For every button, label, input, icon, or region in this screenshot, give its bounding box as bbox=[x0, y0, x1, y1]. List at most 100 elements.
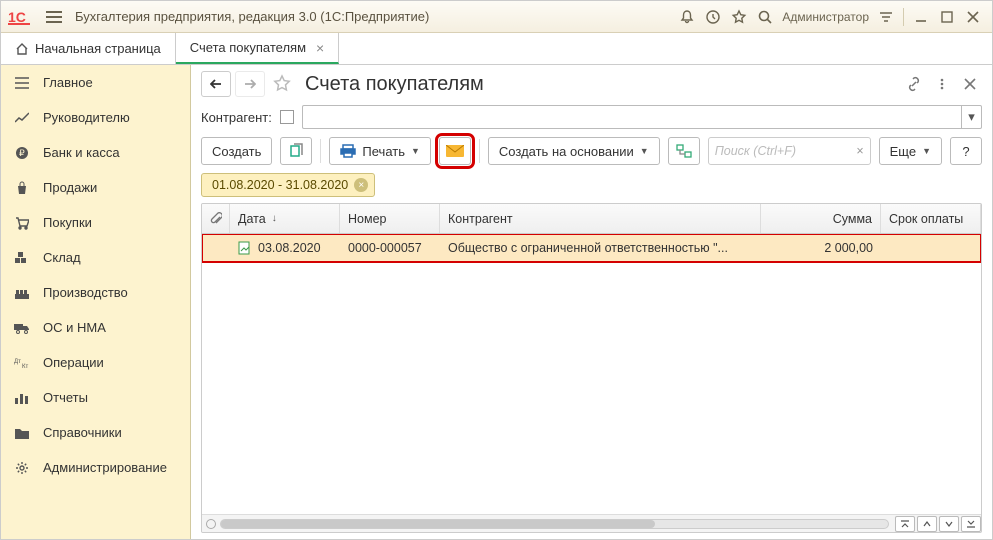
cell-counterparty: Общество с ограниченной ответственностью… bbox=[448, 241, 728, 255]
close-icon[interactable] bbox=[960, 4, 986, 30]
sidebar-item-label: Склад bbox=[43, 250, 81, 265]
scroll-origin-icon[interactable] bbox=[206, 519, 216, 529]
date-range-chip[interactable]: 01.08.2020 - 31.08.2020 × bbox=[201, 173, 375, 197]
sidebar-item-admin[interactable]: Администрирование bbox=[1, 450, 190, 485]
copy-button[interactable] bbox=[280, 137, 312, 165]
bag-icon bbox=[13, 179, 31, 197]
scroll-thumb[interactable] bbox=[221, 520, 655, 528]
sidebar-item-sales[interactable]: Продажи bbox=[1, 170, 190, 205]
column-sum[interactable]: Сумма bbox=[761, 204, 881, 233]
sidebar-item-label: Продажи bbox=[43, 180, 97, 195]
nav-back-button[interactable] bbox=[201, 71, 231, 97]
column-date[interactable]: Дата ↓ bbox=[230, 204, 340, 233]
sidebar-item-bank[interactable]: ₽ Банк и касса bbox=[1, 135, 190, 170]
search-field[interactable] bbox=[715, 144, 876, 158]
help-button-label: ? bbox=[962, 144, 969, 159]
star-icon[interactable] bbox=[726, 4, 752, 30]
create-button[interactable]: Создать bbox=[201, 137, 272, 165]
sidebar-item-purchases[interactable]: Покупки bbox=[1, 205, 190, 240]
sidebar-item-assets[interactable]: ОС и НМА bbox=[1, 310, 190, 345]
table-scrollbar[interactable] bbox=[202, 514, 981, 532]
bar-chart-icon bbox=[13, 389, 31, 407]
sidebar-item-manager[interactable]: Руководителю bbox=[1, 100, 190, 135]
sort-down-icon: ↓ bbox=[272, 213, 277, 224]
table-row[interactable]: 03.08.2020 0000-000057 Общество с ограни… bbox=[202, 234, 981, 262]
search-input[interactable]: × bbox=[708, 137, 871, 165]
filter-label: Контрагент: bbox=[201, 110, 272, 125]
sidebar-item-label: Производство bbox=[43, 285, 128, 300]
print-button-label: Печать bbox=[362, 144, 405, 159]
chip-remove-icon[interactable]: × bbox=[354, 178, 368, 192]
cell-number: 0000-000057 bbox=[348, 241, 422, 255]
menu-icon[interactable] bbox=[41, 4, 67, 30]
panel-close-icon[interactable] bbox=[958, 72, 982, 96]
scroll-track[interactable] bbox=[220, 519, 889, 529]
sidebar-item-catalogs[interactable]: Справочники bbox=[1, 415, 190, 450]
sidebar-item-operations[interactable]: ДтКтОперации bbox=[1, 345, 190, 380]
bell-icon[interactable] bbox=[674, 4, 700, 30]
more-button[interactable]: Еще▼ bbox=[879, 137, 942, 165]
help-button[interactable]: ? bbox=[950, 137, 982, 165]
page-title: Счета покупателям bbox=[305, 73, 898, 96]
column-number[interactable]: Номер bbox=[340, 204, 440, 233]
sidebar-item-label: Банк и касса bbox=[43, 145, 120, 160]
gear-icon bbox=[13, 459, 31, 477]
tab-home[interactable]: Начальная страница bbox=[1, 33, 176, 64]
dropdown-icon[interactable]: ▾ bbox=[961, 106, 981, 128]
sidebar-item-warehouse[interactable]: Склад bbox=[1, 240, 190, 275]
tab-home-label: Начальная страница bbox=[35, 41, 161, 56]
print-button[interactable]: Печать▼ bbox=[329, 137, 431, 165]
email-button[interactable] bbox=[439, 137, 471, 165]
column-counterparty[interactable]: Контрагент bbox=[440, 204, 761, 233]
printer-icon bbox=[340, 144, 356, 158]
table-header: Дата ↓ Номер Контрагент Сумма Срок оплаты bbox=[202, 204, 981, 234]
chart-line-icon bbox=[13, 109, 31, 127]
create-based-label: Создать на основании bbox=[499, 144, 634, 159]
app-logo-icon: 1С bbox=[7, 7, 33, 27]
column-attachment[interactable] bbox=[202, 204, 230, 233]
more-vertical-icon[interactable] bbox=[930, 72, 954, 96]
sidebar-item-label: Отчеты bbox=[43, 390, 88, 405]
titlebar: 1С Бухгалтерия предприятия, редакция 3.0… bbox=[1, 1, 992, 33]
column-number-label: Номер bbox=[348, 212, 386, 226]
app-title: Бухгалтерия предприятия, редакция 3.0 (1… bbox=[75, 9, 674, 24]
favorite-star-icon[interactable] bbox=[269, 71, 295, 97]
scroll-bottom-button[interactable] bbox=[961, 516, 981, 532]
content-area: Счета покупателям Контрагент: ▾ Создать … bbox=[191, 65, 992, 539]
filter-checkbox[interactable] bbox=[280, 110, 294, 124]
svg-text:Кт: Кт bbox=[22, 364, 28, 369]
create-based-button[interactable]: Создать на основании▼ bbox=[488, 137, 660, 165]
sidebar-item-production[interactable]: Производство bbox=[1, 275, 190, 310]
counterparty-filter-input[interactable]: ▾ bbox=[302, 105, 982, 129]
nav-forward-button[interactable] bbox=[235, 71, 265, 97]
scroll-up-button[interactable] bbox=[917, 516, 937, 532]
search-clear-icon[interactable]: × bbox=[856, 144, 863, 158]
factory-icon bbox=[13, 284, 31, 302]
column-counterparty-label: Контрагент bbox=[448, 212, 513, 226]
history-icon[interactable] bbox=[700, 4, 726, 30]
link-icon[interactable] bbox=[902, 72, 926, 96]
document-icon bbox=[238, 241, 252, 255]
tab-invoices[interactable]: Счета покупателям × bbox=[176, 33, 339, 64]
minimize-icon[interactable] bbox=[908, 4, 934, 30]
user-label[interactable]: Администратор bbox=[782, 10, 869, 24]
tab-close-icon[interactable]: × bbox=[316, 40, 324, 56]
scroll-down-button[interactable] bbox=[939, 516, 959, 532]
boxes-icon bbox=[13, 249, 31, 267]
scroll-top-button[interactable] bbox=[895, 516, 915, 532]
column-sum-label: Сумма bbox=[833, 212, 872, 226]
column-due[interactable]: Срок оплаты bbox=[881, 204, 981, 233]
search-icon[interactable] bbox=[752, 4, 778, 30]
settings-icon[interactable] bbox=[873, 4, 899, 30]
ruble-icon: ₽ bbox=[13, 144, 31, 162]
related-button[interactable] bbox=[668, 137, 700, 165]
sidebar-item-label: Справочники bbox=[43, 425, 122, 440]
sidebar: Главное Руководителю ₽ Банк и касса Прода… bbox=[1, 65, 191, 539]
maximize-icon[interactable] bbox=[934, 4, 960, 30]
date-range-text: 01.08.2020 - 31.08.2020 bbox=[212, 178, 348, 192]
sidebar-item-reports[interactable]: Отчеты bbox=[1, 380, 190, 415]
column-date-label: Дата bbox=[238, 212, 266, 226]
column-due-label: Срок оплаты bbox=[889, 212, 963, 226]
svg-text:1С: 1С bbox=[8, 9, 26, 25]
sidebar-item-main[interactable]: Главное bbox=[1, 65, 190, 100]
